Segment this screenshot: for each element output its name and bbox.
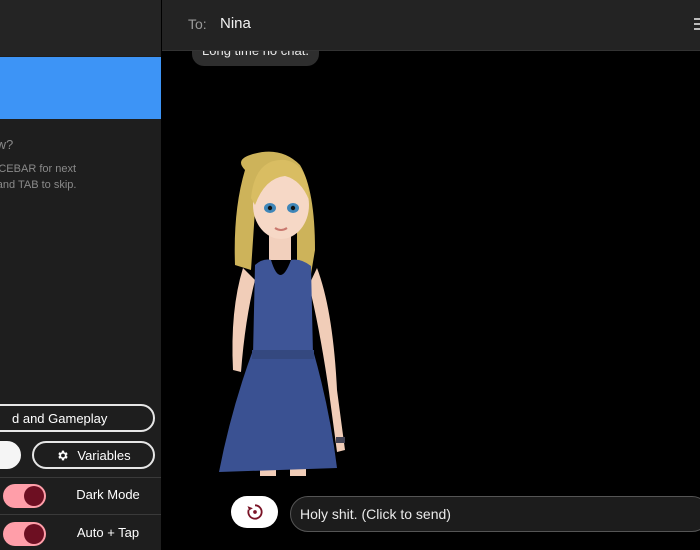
- sidebar-header: [0, 0, 161, 56]
- chat-header: To: Nina: [162, 0, 700, 51]
- dark-mode-row: Dark Mode: [0, 477, 161, 514]
- white-button[interactable]: [0, 441, 21, 469]
- rewind-button[interactable]: [231, 496, 278, 528]
- variables-button-label: Variables: [77, 447, 131, 463]
- auto-tap-toggle[interactable]: [3, 522, 46, 546]
- hint-text: Press SPACEBAR for next message, and TAB…: [0, 161, 161, 193]
- reply-text: Holy shit. (Click to send): [300, 506, 451, 522]
- auto-tap-label: Auto + Tap: [76, 525, 140, 540]
- character-belt: [252, 350, 314, 359]
- character-dress-top: [253, 259, 313, 355]
- gear-icon: [58, 450, 69, 460]
- to-label: To:: [188, 16, 207, 32]
- sidebar: Did you know? Press SPACEBAR for next me…: [0, 0, 161, 550]
- gameplay-button[interactable]: d and Gameplay: [0, 404, 155, 432]
- toggle-knob: [24, 486, 44, 506]
- dark-mode-label: Dark Mode: [76, 487, 140, 502]
- hint-text-body: Press SPACEBAR for next message, and TAB…: [0, 163, 77, 191]
- recipient-name: Nina: [220, 15, 251, 32]
- toggle-knob: [24, 524, 44, 544]
- menu-icon[interactable]: [694, 18, 700, 32]
- character-watch: [336, 437, 345, 443]
- hint-title-text: Did you know?: [0, 137, 14, 152]
- character-right-pupil: [290, 205, 296, 211]
- gameplay-button-label: d and Gameplay: [12, 410, 108, 426]
- rewind-icon: [246, 504, 263, 520]
- auto-tap-row: Auto + Tap: [0, 515, 161, 550]
- dark-mode-toggle[interactable]: [3, 484, 46, 508]
- blue-banner[interactable]: [0, 57, 161, 119]
- composer-bar: Holy shit. (Click to send): [162, 476, 700, 550]
- character-left-pupil: [267, 205, 273, 211]
- variables-button[interactable]: Variables: [32, 441, 155, 469]
- reply-input[interactable]: Holy shit. (Click to send): [290, 496, 700, 532]
- character-portrait: [219, 151, 345, 480]
- hint-title: Did you know?: [0, 137, 81, 152]
